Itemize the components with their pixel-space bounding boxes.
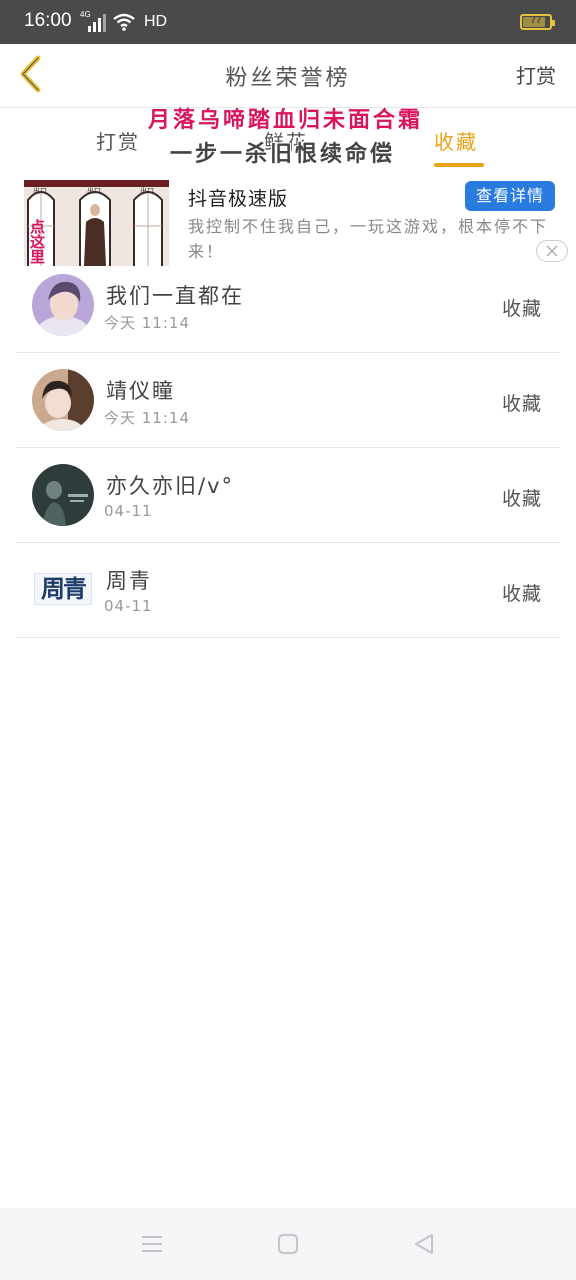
list-item[interactable]: 靖仪瞳 今天 11:14 收藏 — [16, 353, 560, 448]
network-label: 4G — [80, 10, 91, 19]
signal-icon: 4G — [80, 10, 106, 32]
status-icons: 4G HD — [80, 10, 168, 32]
menu-button[interactable] — [140, 1232, 164, 1256]
item-action-label: 收藏 — [501, 583, 542, 605]
battery-level: 77 — [530, 15, 542, 26]
status-bar: 16:00 4G HD 77 — [0, 0, 576, 44]
list-item[interactable]: 周青 周青 04-11 收藏 — [16, 543, 560, 638]
battery-icon: 77 — [520, 14, 555, 30]
avatar[interactable] — [32, 274, 94, 336]
ad-description: 我控制不住我自己，一玩这游戏，根本停不下来！ — [188, 217, 549, 261]
item-action-label: 收藏 — [501, 488, 542, 510]
tab-favorites[interactable]: 收藏 — [434, 126, 478, 155]
ad-image[interactable]: 出口 出口 出口 点这里 — [24, 180, 169, 266]
home-button[interactable] — [276, 1232, 300, 1256]
wifi-icon — [113, 13, 135, 31]
back-triangle-icon — [415, 1234, 433, 1254]
item-name: 亦久亦旧/v° — [106, 474, 235, 498]
system-nav-bar — [0, 1208, 576, 1280]
overlay-text-line1: 月落乌啼踏血归未面合霜 — [148, 108, 424, 133]
tab-reward[interactable]: 打赏 — [96, 126, 140, 155]
avatar[interactable] — [32, 369, 94, 431]
reward-button[interactable]: 打赏 — [516, 60, 556, 89]
app-header: 粉丝荣誉榜 打赏 — [0, 44, 576, 108]
ad-view-details-button[interactable]: 查看详情 — [465, 181, 555, 211]
list-item[interactable]: 我们一直都在 今天 11:14 收藏 — [16, 258, 560, 353]
tab-active-indicator — [434, 163, 484, 167]
favorites-list: 我们一直都在 今天 11:14 收藏 靖仪瞳 今天 11:14 收藏 亦久亦旧/… — [16, 258, 560, 638]
avatar[interactable]: 周青 — [32, 559, 94, 621]
avatar[interactable] — [32, 464, 94, 526]
item-time: 今天 11:14 — [104, 409, 190, 427]
overlay-text-line2: 一步一杀旧恨续命偿 — [170, 142, 396, 167]
avatar-text: 周青 — [34, 573, 92, 605]
item-name: 周青 — [106, 569, 152, 593]
item-time: 04-11 — [104, 502, 153, 520]
item-name: 我们一直都在 — [106, 284, 244, 308]
ad-image-door-label-3: 出口 — [140, 187, 154, 195]
menu-icon — [142, 1236, 162, 1252]
ad-image-door-label-1: 出口 — [33, 187, 47, 195]
page-title: 粉丝荣誉榜 — [225, 66, 351, 91]
item-action-label: 收藏 — [501, 393, 542, 415]
ad-title: 抖音极速版 — [188, 188, 289, 210]
item-action-label: 收藏 — [501, 298, 542, 320]
item-time: 04-11 — [104, 597, 153, 615]
hd-label: HD — [144, 13, 168, 30]
status-time: 16:00 — [24, 10, 72, 31]
list-item[interactable]: 亦久亦旧/v° 04-11 收藏 — [16, 448, 560, 543]
item-name: 靖仪瞳 — [106, 379, 175, 403]
back-nav-button[interactable] — [412, 1232, 436, 1256]
ad-image-door-label-2: 出口 — [87, 187, 101, 195]
item-time: 今天 11:14 — [104, 314, 190, 332]
home-icon — [278, 1234, 298, 1254]
